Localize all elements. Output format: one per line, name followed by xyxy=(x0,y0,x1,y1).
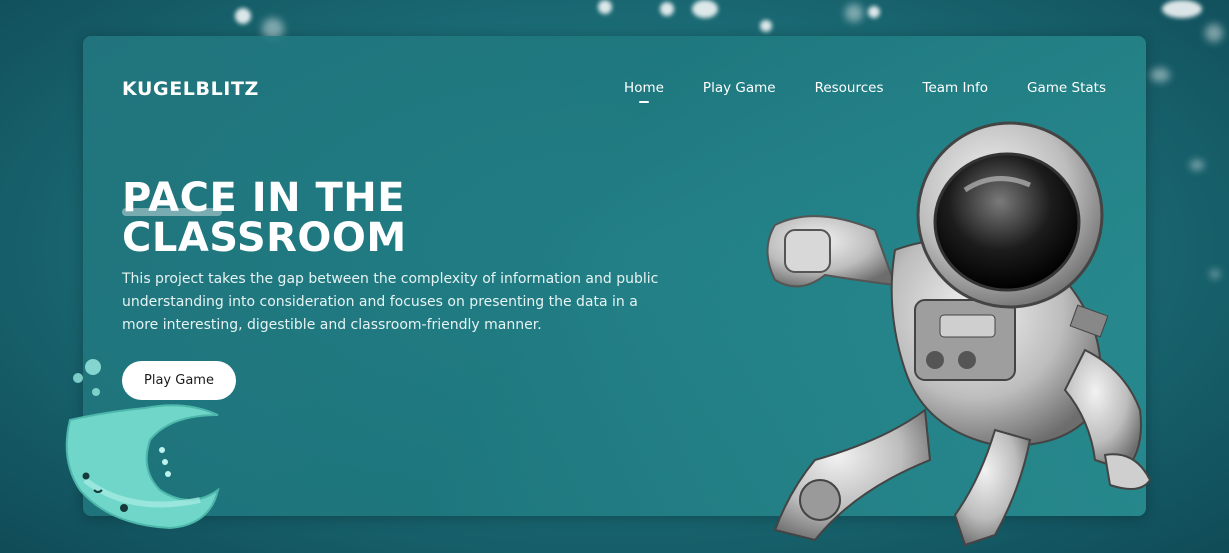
brand-logo[interactable]: KUGELBLITZ xyxy=(122,78,259,100)
hero-title-line2: CLASSROOM xyxy=(122,215,407,261)
nav-resources[interactable]: Resources xyxy=(815,80,884,96)
nav-game-stats[interactable]: Game Stats xyxy=(1027,80,1106,96)
hero-description: This project takes the gap between the c… xyxy=(122,271,659,333)
hero-title-line1: PACE IN THE xyxy=(122,175,406,221)
hero-title: PACE IN THE CLASSROOM xyxy=(122,178,407,258)
nav-home[interactable]: Home xyxy=(624,80,664,96)
nav-team-info[interactable]: Team Info xyxy=(923,80,989,96)
stingray-mascot xyxy=(65,359,220,530)
astronaut-illustration xyxy=(766,121,1152,547)
nav-play-game[interactable]: Play Game xyxy=(703,80,776,96)
main-nav: Home Play Game Resources Team Info Game … xyxy=(624,80,1106,96)
